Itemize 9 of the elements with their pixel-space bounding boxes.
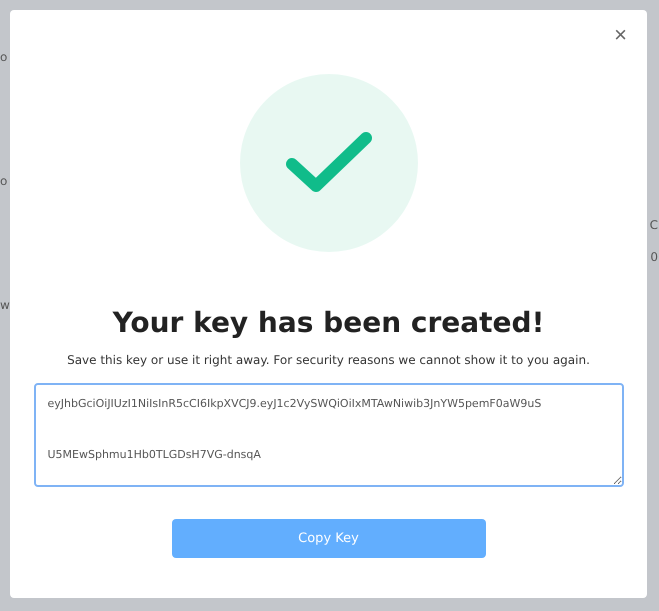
background-text: w xyxy=(0,298,10,312)
background-text: o xyxy=(0,174,8,188)
dialog-message: Save this key or use it right away. For security reasons we cannot show it to you again. xyxy=(67,353,590,367)
key-field[interactable]: eyJhbGciOiJIUzI1NiIsInR5cCI6IkpXVCJ9.eyJ1c2VySWQiOiIxMTAwNiwib3JnYW5pemF0aW9uS U5MEwSphmu1Hb0TLGDsH7VG-dnsqA xyxy=(34,383,624,487)
close-button[interactable]: × xyxy=(610,24,631,46)
background-text: C xyxy=(650,218,658,232)
background-text: o xyxy=(0,50,8,64)
dialog-title: Your key has been created! xyxy=(112,306,544,339)
background-text: 0 xyxy=(650,250,658,264)
